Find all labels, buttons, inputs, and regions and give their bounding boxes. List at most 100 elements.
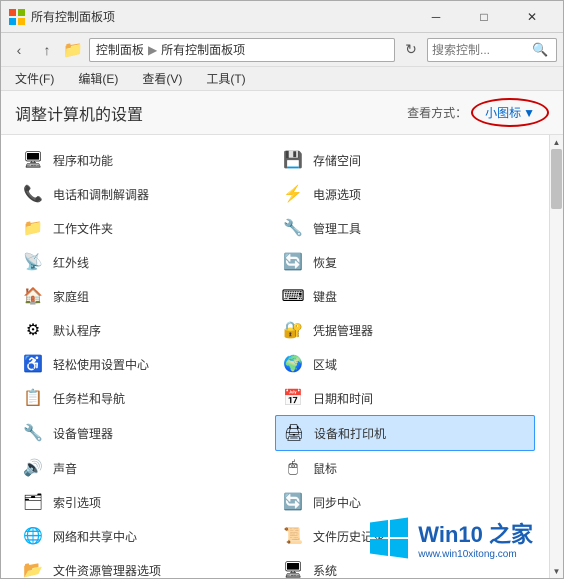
infrared-label: 红外线 <box>53 254 89 271</box>
list-item[interactable]: 📅 日期和时间 <box>275 381 535 415</box>
mouse-label: 鼠标 <box>313 460 337 477</box>
network-icon: 🌐 <box>21 524 45 548</box>
system-label: 系统 <box>313 562 337 579</box>
titlebar-title: 所有控制面板项 <box>31 8 413 25</box>
maximize-button[interactable]: □ <box>461 2 507 32</box>
taskbar-icon: 📋 <box>21 386 45 410</box>
view-mode-button[interactable]: 小图标 ▼ <box>481 102 539 123</box>
index-label: 索引选项 <box>53 494 101 511</box>
admin-tools-icon: 🔧 <box>281 216 305 240</box>
fileexplorer-icon: 📂 <box>21 558 45 578</box>
content-header: 调整计算机的设置 查看方式： 小图标 ▼ <box>1 91 563 135</box>
scrollbar: ▲ ▼ <box>549 135 563 578</box>
view-selector: 查看方式： 小图标 ▼ <box>407 98 549 127</box>
datetime-label: 日期和时间 <box>313 390 373 407</box>
breadcrumb-root: 控制面板 <box>96 41 144 58</box>
list-item[interactable]: 🔄 同步中心 <box>275 485 535 519</box>
titlebar: 所有控制面板项 ─ □ ✕ <box>1 1 563 33</box>
search-icon[interactable]: 🔍 <box>532 42 548 58</box>
list-item[interactable]: 🏠 家庭组 <box>15 279 275 313</box>
sync-icon: 🔄 <box>281 490 305 514</box>
list-item[interactable]: ⌨ 键盘 <box>275 279 535 313</box>
ease-label: 轻松使用设置中心 <box>53 356 149 373</box>
titlebar-icon <box>9 9 25 25</box>
filehistory-label: 文件历史记录 <box>313 528 385 545</box>
menubar: 文件(F) 编辑(E) 查看(V) 工具(T) <box>1 67 563 91</box>
storage-label: 存储空间 <box>313 152 361 169</box>
back-button[interactable]: ‹ <box>7 38 31 62</box>
power-label: 电源选项 <box>313 186 361 203</box>
program-features-label: 程序和功能 <box>53 152 113 169</box>
list-item[interactable]: 📜 文件历史记录 <box>275 519 535 553</box>
recovery-icon: 🔄 <box>281 250 305 274</box>
list-item[interactable]: 🖥 系统 <box>275 553 535 578</box>
mouse-icon: 🖱 <box>281 456 305 480</box>
up-button[interactable]: ↑ <box>35 38 59 62</box>
menu-view[interactable]: 查看(V) <box>134 68 190 89</box>
system-icon: 🖥 <box>281 558 305 578</box>
list-item[interactable]: 📞 电话和调制解调器 <box>15 177 275 211</box>
devmgr-icon: 🔧 <box>21 421 45 445</box>
list-item[interactable]: 📁 工作文件夹 <box>15 211 275 245</box>
region-icon: 🌍 <box>281 352 305 376</box>
menu-file[interactable]: 文件(F) <box>7 68 62 89</box>
breadcrumb-sep1: ▶ <box>148 43 157 57</box>
menu-edit[interactable]: 编辑(E) <box>70 68 126 89</box>
keyboard-label: 键盘 <box>313 288 337 305</box>
scroll-up-arrow[interactable]: ▲ <box>550 135 564 149</box>
scroll-track[interactable] <box>550 149 563 564</box>
sound-icon: 🔊 <box>21 456 45 480</box>
page-title: 调整计算机的设置 <box>15 101 407 125</box>
list-item[interactable]: 📡 红外线 <box>15 245 275 279</box>
fileexplorer-label: 文件资源管理器选项 <box>53 562 161 579</box>
list-item[interactable]: 💾 存储空间 <box>275 143 535 177</box>
list-item[interactable]: 🔐 凭据管理器 <box>275 313 535 347</box>
devprint-label: 设备和打印机 <box>314 425 386 442</box>
infrared-icon: 📡 <box>21 250 45 274</box>
default-programs-icon: ⚙ <box>21 318 45 342</box>
menu-tools[interactable]: 工具(T) <box>198 68 253 89</box>
list-item[interactable]: 🌐 网络和共享中心 <box>15 519 275 553</box>
view-label: 查看方式： <box>407 104 467 121</box>
filehistory-icon: 📜 <box>281 524 305 548</box>
main-window: 所有控制面板项 ─ □ ✕ ‹ ↑ 📁 控制面板 ▶ 所有控制面板项 ↻ 🔍 文… <box>0 0 564 579</box>
items-grid: 🖥 程序和功能 💾 存储空间 📞 电话和调制解调器 ⚡ 电源选项 📁 工作文件夹… <box>1 135 549 578</box>
search-box[interactable]: 🔍 <box>427 38 557 62</box>
search-input[interactable] <box>432 43 532 57</box>
list-item-highlighted[interactable]: 🖨 设备和打印机 <box>275 415 535 451</box>
ease-icon: ♿ <box>21 352 45 376</box>
datetime-icon: 📅 <box>281 386 305 410</box>
addressbar: ‹ ↑ 📁 控制面板 ▶ 所有控制面板项 ↻ 🔍 <box>1 33 563 67</box>
list-item[interactable]: 🔧 管理工具 <box>275 211 535 245</box>
list-item[interactable]: 📂 文件资源管理器选项 <box>15 553 275 578</box>
scroll-thumb[interactable] <box>551 149 562 209</box>
scroll-down-arrow[interactable]: ▼ <box>550 564 564 578</box>
workfolder-icon: 📁 <box>21 216 45 240</box>
breadcrumb[interactable]: 控制面板 ▶ 所有控制面板项 <box>89 38 395 62</box>
program-features-icon: 🖥 <box>21 148 45 172</box>
list-item[interactable]: 🌍 区域 <box>275 347 535 381</box>
region-label: 区域 <box>313 356 337 373</box>
list-item[interactable]: 🗂 索引选项 <box>15 485 275 519</box>
minimize-button[interactable]: ─ <box>413 2 459 32</box>
list-item[interactable]: ⚡ 电源选项 <box>275 177 535 211</box>
credential-icon: 🔐 <box>281 318 305 342</box>
close-button[interactable]: ✕ <box>509 2 555 32</box>
network-label: 网络和共享中心 <box>53 528 137 545</box>
admin-tools-label: 管理工具 <box>313 220 361 237</box>
content-area: 🖥 程序和功能 💾 存储空间 📞 电话和调制解调器 ⚡ 电源选项 📁 工作文件夹… <box>1 135 563 578</box>
list-item[interactable]: 🖥 程序和功能 <box>15 143 275 177</box>
list-item[interactable]: 🔧 设备管理器 <box>15 415 275 451</box>
power-icon: ⚡ <box>281 182 305 206</box>
list-item[interactable]: ⚙ 默认程序 <box>15 313 275 347</box>
refresh-button[interactable]: ↻ <box>399 38 423 62</box>
titlebar-buttons: ─ □ ✕ <box>413 2 555 32</box>
list-item[interactable]: ♿ 轻松使用设置中心 <box>15 347 275 381</box>
list-item[interactable]: 🖱 鼠标 <box>275 451 535 485</box>
recovery-label: 恢复 <box>313 254 337 271</box>
sync-label: 同步中心 <box>313 494 361 511</box>
list-item[interactable]: 🔊 声音 <box>15 451 275 485</box>
homegroup-label: 家庭组 <box>53 288 89 305</box>
list-item[interactable]: 📋 任务栏和导航 <box>15 381 275 415</box>
list-item[interactable]: 🔄 恢复 <box>275 245 535 279</box>
